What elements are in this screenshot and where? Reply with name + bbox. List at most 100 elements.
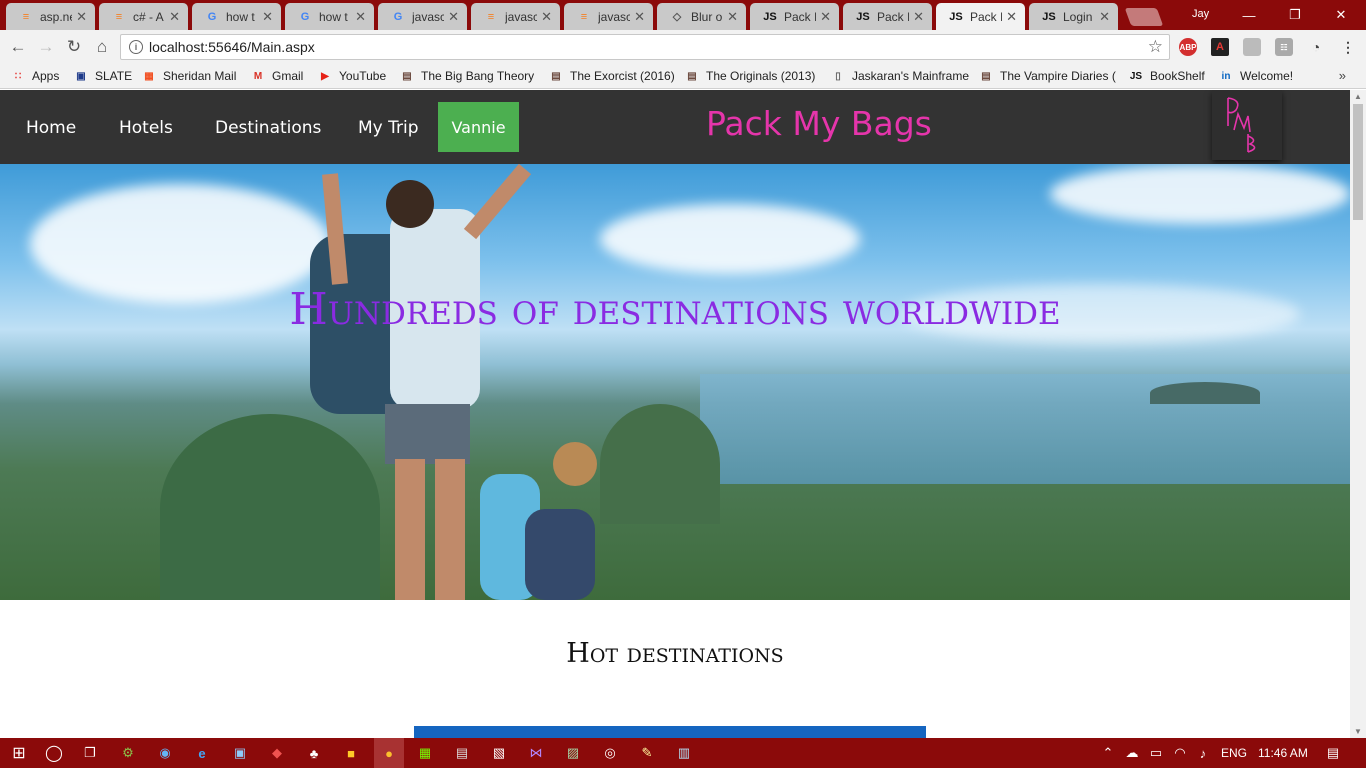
bookmarks-bar: ∷ Apps ▣ SLATE ▦ Sheridan Mail M Gmail ▶ YouTube ▤… (0, 64, 1366, 89)
clock[interactable]: 11:46 AM (1258, 746, 1308, 760)
terminal-icon[interactable]: ▦ (416, 744, 434, 762)
tab-close-icon[interactable]: ✕ (76, 9, 87, 25)
edge-icon[interactable]: e (193, 744, 211, 762)
task-view-icon[interactable]: ❐ (81, 744, 99, 762)
new-tab-button[interactable] (1124, 8, 1164, 26)
performance-icon[interactable]: ◔ (1307, 38, 1325, 56)
browser-tab[interactable]: JS Pack I ✕ (843, 3, 932, 30)
youtube-icon: ▶ (321, 70, 329, 82)
profile-name[interactable]: Jay (1192, 8, 1209, 20)
stackoverflow-icon: ≡ (22, 10, 30, 23)
browser-tab[interactable]: Ghow t ✕ (285, 3, 374, 30)
back-icon[interactable]: ← (6, 35, 30, 59)
destination-card[interactable] (414, 726, 926, 738)
bookmark-item[interactable]: ▤ The Big Bang Theory (399, 67, 534, 85)
browser-tab[interactable]: JS Pack I ✕ (750, 3, 839, 30)
tab-close-icon[interactable]: ✕ (262, 9, 273, 25)
forward-icon[interactable]: → (34, 35, 58, 59)
file-explorer-icon[interactable]: ■ (342, 744, 360, 762)
hero-cloud (1050, 164, 1350, 224)
bookmark-star-icon[interactable]: ☆ (1148, 37, 1163, 57)
tab-close-icon[interactable]: ✕ (634, 9, 645, 25)
restore-icon[interactable]: ❐ (1272, 0, 1318, 30)
app-icon[interactable]: ▧ (490, 744, 508, 762)
bookmark-item[interactable]: ∷ Apps (10, 67, 60, 85)
app-icon[interactable]: ▤ (453, 744, 471, 762)
bookmark-item[interactable]: ▣ SLATE (73, 67, 132, 85)
bookmark-item[interactable]: ▤ The Vampire Diaries ( (978, 67, 1116, 85)
adblock-icon[interactable]: ABP (1179, 38, 1197, 56)
scroll-thumb[interactable] (1353, 104, 1363, 220)
app-icon[interactable]: ▥ (675, 744, 693, 762)
info-icon[interactable]: i (129, 40, 143, 54)
nav-destinations-link[interactable]: Destinations (215, 118, 321, 138)
wifi-icon[interactable]: ◠ (1171, 744, 1189, 762)
browser-tab[interactable]: ≡ javasc ✕ (564, 3, 653, 30)
scroll-down-icon[interactable]: ▼ (1354, 727, 1362, 736)
nav-my-trip-link[interactable]: My Trip (358, 118, 419, 138)
browser-tab[interactable]: Ghow t ✕ (192, 3, 281, 30)
volume-icon[interactable]: ♪ (1194, 744, 1212, 762)
extension-icon[interactable]: ☷ (1275, 38, 1293, 56)
menu-icon[interactable]: ⋮ (1339, 38, 1357, 56)
tab-close-icon[interactable]: ✕ (1006, 9, 1017, 25)
js-icon: JS (1042, 10, 1056, 23)
app-icon[interactable]: ♣ (305, 744, 323, 762)
windows-start-icon[interactable]: ⊞ (10, 744, 28, 762)
tab-close-icon[interactable]: ✕ (727, 9, 738, 25)
page-scrollbar[interactable]: ▲ ▼ (1350, 90, 1366, 738)
nav-hotels-link[interactable]: Hotels (119, 118, 173, 138)
chrome-icon[interactable]: ● (374, 738, 404, 768)
bookmark-item[interactable]: ▶ YouTube (317, 67, 386, 85)
app-cube-icon[interactable]: ▣ (231, 744, 249, 762)
bookmark-item[interactable]: ▦ Sheridan Mail (141, 67, 236, 85)
site-logo[interactable] (1212, 90, 1282, 160)
scroll-up-icon[interactable]: ▲ (1354, 92, 1362, 101)
js-icon: JS (856, 10, 870, 23)
battery-icon[interactable]: ▭ (1147, 744, 1165, 762)
windows-taskbar: ⊞ ◯ ❐ ⚙ ◉ e ▣ ◆ ♣ ■ ● ▦ ▤ ▧ ⋈ ▨ ◎ ✎ ▥ ⌃ … (0, 738, 1366, 768)
git-icon[interactable]: ◆ (268, 744, 286, 762)
browser-tab[interactable]: JS Pack I ✕ (936, 3, 1025, 30)
tab-close-icon[interactable]: ✕ (541, 9, 552, 25)
tab-close-icon[interactable]: ✕ (355, 9, 366, 25)
camera-icon[interactable]: ◎ (601, 744, 619, 762)
tab-close-icon[interactable]: ✕ (913, 9, 924, 25)
firefox-icon[interactable]: ◉ (156, 744, 174, 762)
address-bar[interactable]: i localhost:55646/Main.aspx ☆ (120, 34, 1170, 60)
bookmark-item[interactable]: JS BookShelf (1128, 67, 1205, 85)
tab-close-icon[interactable]: ✕ (1099, 9, 1110, 25)
browser-tab[interactable]: ≡ c# - A ✕ (99, 3, 188, 30)
visual-studio-icon[interactable]: ⋈ (527, 744, 545, 762)
browser-tab[interactable]: ≡ javasc ✕ (471, 3, 560, 30)
extension-cube-icon[interactable] (1243, 38, 1261, 56)
minimize-icon[interactable]: — (1226, 0, 1272, 30)
nav-home-link[interactable]: Home (26, 118, 76, 138)
user-account-button[interactable]: Vannie (438, 102, 519, 152)
browser-tab[interactable]: JS Login ✕ (1029, 3, 1118, 30)
tab-close-icon[interactable]: ✕ (820, 9, 831, 25)
bookmark-item[interactable]: in Welcome! (1218, 67, 1294, 85)
bookmark-item[interactable]: ▤ The Exorcist (2016) (548, 67, 674, 85)
cortana-search-icon[interactable]: ◯ (45, 744, 63, 762)
browser-tab[interactable]: Gjavasc ✕ (378, 3, 467, 30)
notepad-icon[interactable]: ✎ (638, 744, 656, 762)
acrobat-icon[interactable]: A (1211, 38, 1229, 56)
language-indicator[interactable]: ENG (1221, 746, 1247, 760)
close-window-icon[interactable]: ✕ (1318, 0, 1364, 30)
tab-close-icon[interactable]: ✕ (448, 9, 459, 25)
tab-close-icon[interactable]: ✕ (169, 9, 180, 25)
bookmark-item[interactable]: ▯ Jaskaran's Mainframe (830, 67, 969, 85)
bookmarks-overflow-icon[interactable]: » (1339, 68, 1346, 83)
browser-tab[interactable]: ≡ asp.ne ✕ (6, 3, 95, 30)
app-icon[interactable]: ▨ (564, 744, 582, 762)
android-studio-icon[interactable]: ⚙ (119, 744, 137, 762)
reload-icon[interactable]: ↻ (62, 35, 86, 59)
show-hidden-icons-icon[interactable]: ⌃ (1099, 744, 1117, 762)
bookmark-item[interactable]: M Gmail (250, 67, 304, 85)
bookmark-item[interactable]: ▤ The Originals (2013) (684, 67, 815, 85)
onedrive-icon[interactable]: ☁ (1123, 744, 1141, 762)
browser-tab[interactable]: ◇ Blur o ✕ (657, 3, 746, 30)
home-icon[interactable]: ⌂ (90, 35, 114, 59)
action-center-icon[interactable]: ▤ (1324, 744, 1342, 762)
